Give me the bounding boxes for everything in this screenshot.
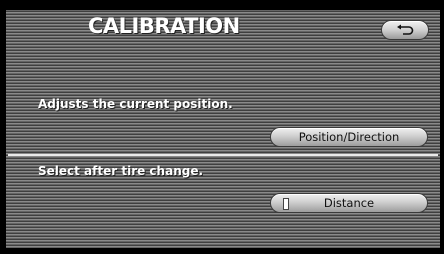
- frame-top: [0, 0, 444, 10]
- page-title: CALIBRATION: [88, 14, 240, 38]
- return-arrow-icon: [397, 24, 414, 35]
- position-direction-button-label: Position/Direction: [298, 130, 400, 144]
- back-button[interactable]: [381, 20, 429, 40]
- position-description: Adjusts the current position.: [38, 97, 233, 111]
- tire-change-description: Select after tire change.: [38, 164, 204, 178]
- position-direction-button[interactable]: Position/Direction: [270, 127, 428, 147]
- section-divider: [8, 154, 438, 156]
- frame-left: [0, 0, 6, 254]
- calibration-screen: CALIBRATION Adjusts the current position…: [0, 0, 444, 254]
- selection-indicator: [283, 198, 289, 210]
- distance-button[interactable]: Distance: [270, 193, 428, 213]
- frame-right: [440, 0, 444, 254]
- frame-bottom: [0, 248, 444, 254]
- distance-button-label: Distance: [323, 196, 375, 210]
